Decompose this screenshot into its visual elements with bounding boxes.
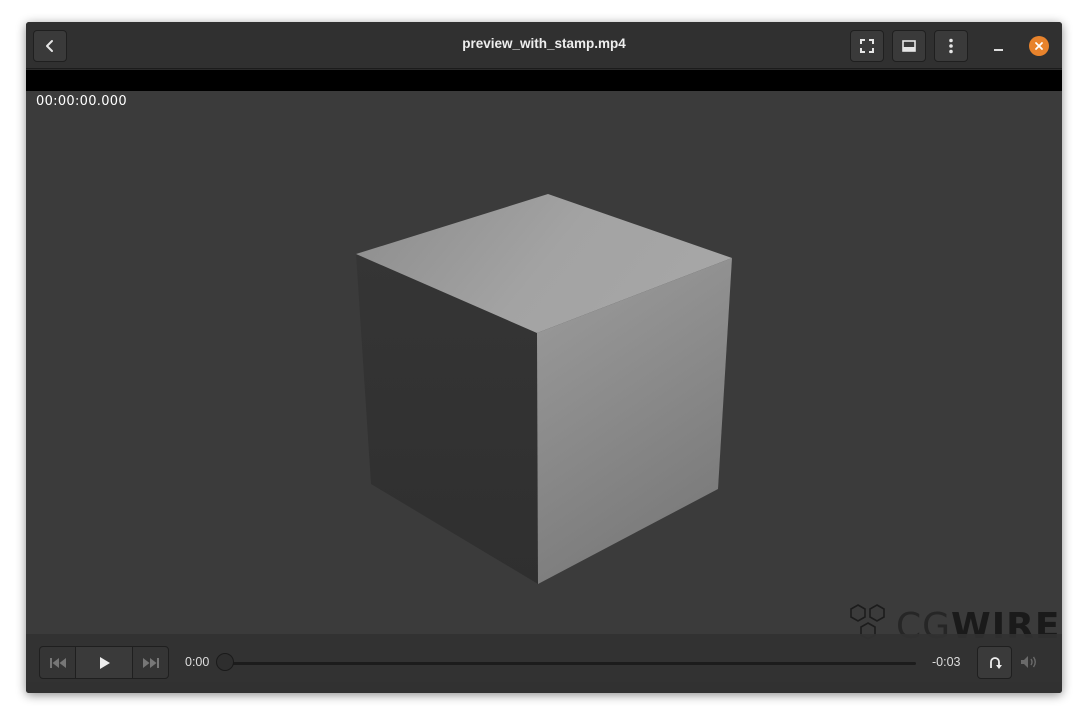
seek-bar[interactable] (225, 662, 916, 665)
close-button[interactable] (1029, 36, 1049, 56)
skip-next-icon (142, 657, 159, 668)
seek-handle[interactable] (216, 653, 234, 671)
play-icon (99, 656, 110, 669)
video-player-window: preview_with_stamp.mp4 00:00:00.000 CGWI… (26, 22, 1062, 693)
skip-previous-icon (49, 657, 66, 668)
volume-button[interactable] (1020, 655, 1040, 671)
elapsed-time: 0:00 (185, 655, 210, 669)
volume-muted-icon (1021, 656, 1036, 668)
rendered-cube (356, 194, 732, 584)
minimize-button[interactable] (988, 36, 1008, 56)
loop-button[interactable] (977, 646, 1012, 679)
loop-icon (989, 656, 1002, 669)
play-button[interactable] (75, 647, 133, 678)
video-area[interactable]: 00:00:00.000 CGWIRE (26, 70, 1062, 693)
remaining-time: -0:03 (932, 655, 961, 669)
header-bar: preview_with_stamp.mp4 (26, 22, 1062, 69)
close-icon (1035, 42, 1043, 50)
controls-bar: 0:00 -0:03 (26, 634, 1062, 693)
fullscreen-button[interactable] (850, 30, 884, 62)
previous-button[interactable] (40, 647, 75, 678)
transport-group (39, 646, 169, 679)
subtitles-icon (902, 40, 916, 52)
timecode-stamp: 00:00:00.000 (36, 94, 127, 109)
menu-button[interactable] (934, 30, 968, 62)
vertical-dots-icon (949, 38, 953, 54)
fullscreen-icon (860, 39, 874, 53)
subtitles-button[interactable] (892, 30, 926, 62)
next-button[interactable] (133, 647, 168, 678)
